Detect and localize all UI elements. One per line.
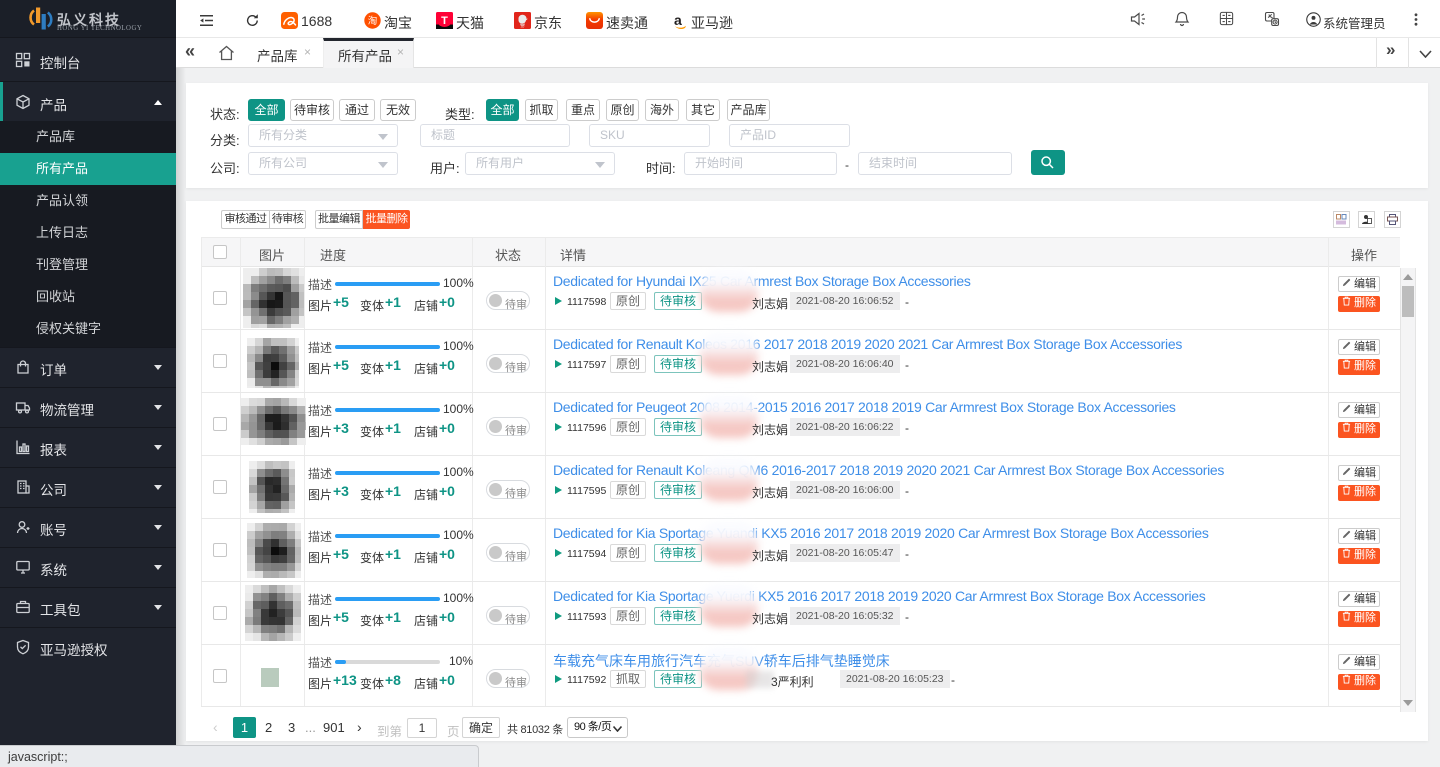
svg-text:JD: JD <box>521 25 526 29</box>
svg-text:T: T <box>441 15 448 27</box>
svg-text:淘: 淘 <box>368 15 378 27</box>
svg-text:a: a <box>674 12 682 28</box>
